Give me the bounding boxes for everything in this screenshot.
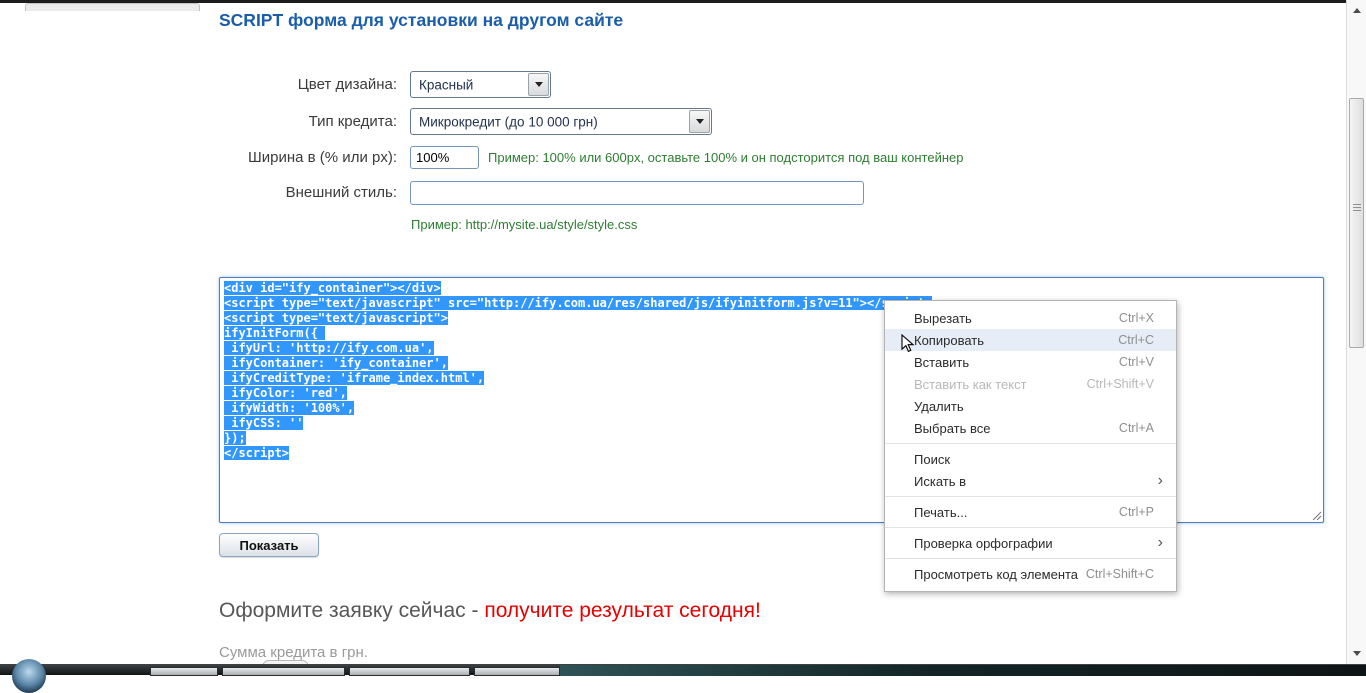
scroll-down-icon xyxy=(1353,651,1361,660)
menu-item-paste[interactable]: ВставитьCtrl+V xyxy=(885,351,1176,373)
menu-item-copy[interactable]: КопироватьCtrl+C xyxy=(885,329,1176,351)
menu-item-select-all[interactable]: Выбрать всеCtrl+A xyxy=(885,417,1176,439)
start-button[interactable] xyxy=(12,659,46,693)
code-line: <div id="ify_container"></div> xyxy=(224,281,1323,296)
style-example-hint: Пример: http://mysite.ua/style/style.css xyxy=(411,217,637,232)
cta-heading: Оформите заявку сейчас - получите резуль… xyxy=(219,599,761,623)
browser-tab-stub[interactable] xyxy=(25,3,200,11)
design-color-select[interactable]: Красный xyxy=(410,71,551,98)
design-color-value: Красный xyxy=(419,77,473,92)
taskbar-teal-area xyxy=(560,665,1366,676)
chevron-down-icon xyxy=(696,119,704,128)
menu-separator xyxy=(885,558,1176,559)
page-title: SCRIPT форма для установки на другом сай… xyxy=(219,10,623,31)
credit-type-select[interactable]: Микрокредит (до 10 000 грн) xyxy=(410,108,712,135)
credit-type-value: Микрокредит (до 10 000 грн) xyxy=(419,114,598,129)
label-width: Ширина в (% или px): xyxy=(97,149,397,166)
browser-top-strip xyxy=(0,0,1346,3)
submenu-arrow-icon: › xyxy=(1158,538,1163,548)
label-design-color: Цвет дизайна: xyxy=(97,76,397,93)
scrollbar-thumb[interactable] xyxy=(1349,98,1364,348)
menu-item-search-in[interactable]: Искать в› xyxy=(885,470,1176,492)
label-credit-type: Тип кредита: xyxy=(97,113,397,130)
width-hint: Пример: 100% или 600px, оставьте 100% и … xyxy=(488,150,963,165)
scroll-up-button[interactable] xyxy=(1347,2,1366,19)
scroll-down-button[interactable] xyxy=(1347,645,1366,662)
credit-type-dropdown-button[interactable] xyxy=(689,110,710,133)
loan-amount-label: Сумма кредита в грн. xyxy=(219,644,368,661)
show-button[interactable]: Показать xyxy=(219,533,319,557)
mouse-cursor xyxy=(901,334,915,354)
taskbar[interactable] xyxy=(0,664,1366,675)
menu-item-cut[interactable]: ВырезатьCtrl+X xyxy=(885,307,1176,329)
label-external-style: Внешний стиль: xyxy=(97,184,397,201)
menu-item-paste-as-text: Вставить как текстCtrl+Shift+V xyxy=(885,373,1176,395)
menu-item-delete[interactable]: Удалить xyxy=(885,395,1176,417)
cta-normal-text: Оформите заявку сейчас - xyxy=(219,599,484,622)
menu-separator xyxy=(885,443,1176,444)
cta-highlight-text: получите результат сегодня! xyxy=(484,599,761,622)
vertical-scrollbar[interactable] xyxy=(1346,0,1366,675)
menu-item-spellcheck[interactable]: Проверка орфографии› xyxy=(885,532,1176,554)
submenu-arrow-icon: › xyxy=(1158,476,1163,486)
scrollbar-grip-icon xyxy=(1353,204,1361,212)
menu-item-search[interactable]: Поиск xyxy=(885,448,1176,470)
width-input[interactable] xyxy=(410,146,479,169)
chevron-down-icon xyxy=(535,82,543,91)
menu-item-print[interactable]: Печать...Ctrl+P xyxy=(885,501,1176,523)
external-style-input[interactable] xyxy=(410,181,864,205)
menu-separator xyxy=(885,527,1176,528)
design-color-dropdown-button[interactable] xyxy=(528,73,549,96)
menu-separator xyxy=(885,496,1176,497)
resize-grip-icon[interactable] xyxy=(1311,510,1322,521)
menu-item-inspect-element[interactable]: Просмотреть код элементаCtrl+Shift+C xyxy=(885,563,1176,585)
scroll-up-icon xyxy=(1353,4,1361,13)
context-menu: ВырезатьCtrl+X КопироватьCtrl+C Вставить… xyxy=(884,300,1177,592)
